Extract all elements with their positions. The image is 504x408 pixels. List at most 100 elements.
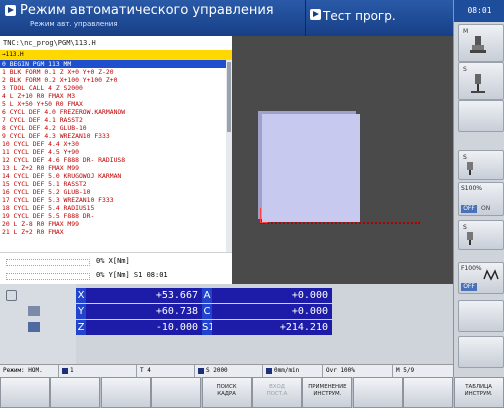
position-display: X +53.667 A +0.000 Y +60.738 C +0.000 Z -10.000 S1… <box>76 284 453 364</box>
softkey-4[interactable] <box>151 377 202 408</box>
strip-t1: 1 <box>58 365 74 377</box>
softkey-6[interactable]: ВХОД ПОСТ.А <box>252 377 302 408</box>
program-line[interactable]: 17 CYCL DEF 5.3 WREZAN10 F333 <box>0 196 226 204</box>
program-line[interactable]: 5 L X+50 Y+50 R0 FMAX <box>0 100 226 108</box>
coordinate-icon <box>28 322 40 332</box>
mode-subtitle: Режим авт. управления <box>30 20 118 28</box>
clock: 08:01 <box>454 0 504 22</box>
axis-value-secondary: +214.210 <box>212 320 332 335</box>
right-blank-button-3[interactable] <box>458 336 504 368</box>
position-row: Z -10.000 S1 +214.210 <box>76 320 453 335</box>
softkey-3[interactable] <box>100 377 151 408</box>
axis-label-secondary: A <box>202 288 212 303</box>
s-label: S <box>463 66 467 73</box>
spindle-icon <box>467 232 473 245</box>
feed-override-value: F100% <box>461 265 482 272</box>
load-bar-x <box>6 259 90 266</box>
program-line[interactable]: 21 L Z+2 R0 FMAX <box>0 228 226 236</box>
program-line[interactable]: 11 CYCL DEF 4.5 Y+90 <box>0 148 226 156</box>
softkey-label: ТАБЛИЦА ИНСТРУМ. <box>464 384 493 397</box>
simulation-graphics[interactable] <box>232 36 453 284</box>
softkey-5[interactable]: ПОИСК КАДРА <box>201 377 252 408</box>
feed-square-icon <box>266 367 272 374</box>
program-listing[interactable]: 0 BEGIN PGM 113 MM 1 BLK FORM 0.1 Z X+0 Y… <box>0 60 226 284</box>
right-blank-button-2[interactable] <box>458 300 504 332</box>
s-label-3: S <box>463 224 467 231</box>
axis-label-secondary: C <box>202 304 212 319</box>
s-label-2: S <box>463 154 467 161</box>
program-line[interactable]: 20 L Z-8 R0 FMAX M99 <box>0 220 226 228</box>
feed-wave-icon <box>483 269 499 281</box>
strip-ovr: Ovr 100% <box>322 365 355 377</box>
spindle-control-2[interactable]: S <box>458 220 504 250</box>
feed-off-badge: OFF <box>461 283 477 291</box>
load-bar-y <box>6 273 90 280</box>
program-line[interactable]: 2 BLK FORM 0.2 X+100 Y+100 Z+0 <box>0 76 226 84</box>
program-line[interactable]: 8 CYCL DEF 4.2 GLUB-10 <box>0 124 226 132</box>
blank-outline <box>260 222 420 226</box>
program-line[interactable]: 9 CYCL DEF 4.3 WREZAN10 F333 <box>0 132 226 140</box>
strip-t1-value: 1 <box>70 367 74 374</box>
softkey-8[interactable] <box>352 377 403 408</box>
softkey-1[interactable] <box>0 377 50 408</box>
scrollbar-thumb[interactable] <box>227 62 231 132</box>
softkey-7[interactable]: ПРИМЕНЕНИЕ ИНСТРУМ. <box>302 377 353 408</box>
spindle-override-value: S100% <box>461 185 482 192</box>
softkey-label: ПОИСК КАДРА <box>216 384 237 397</box>
softkey-9[interactable] <box>403 377 454 408</box>
mode-title: Режим автоматического управления <box>20 3 274 18</box>
spindle-on-label: ON <box>481 205 491 212</box>
spindle-control-1[interactable]: S <box>458 150 504 180</box>
program-line[interactable]: 18 CYCL DEF 5.4 RADIUS15 <box>0 204 226 212</box>
axis-label-secondary: S1 <box>202 320 215 335</box>
position-row: X +53.667 A +0.000 <box>76 288 453 303</box>
program-path: TNC:\nc_prog\PGM\113.H <box>0 36 233 50</box>
reference-icon <box>28 306 40 316</box>
softkey-label: ВХОД ПОСТ.А <box>266 384 288 397</box>
axis-label: Z <box>76 320 86 335</box>
position-row: Y +60.738 C +0.000 <box>76 304 453 319</box>
mode-header: Режим автоматического управления Режим а… <box>0 0 305 36</box>
program-line[interactable]: 14 CYCL DEF 5.0 KRUGOWOJ KARMAN <box>0 172 226 180</box>
strip-tool: T 4 <box>136 365 151 377</box>
programming-mode-title: Тест прогр. <box>323 9 396 23</box>
axis-label: Y <box>76 304 86 319</box>
s-function-button[interactable]: S <box>458 62 504 100</box>
programming-mode-header[interactable]: Тест прогр. <box>305 0 454 36</box>
program-line[interactable]: 6 CYCL DEF 4.0 FREZEROW.KARMANOW <box>0 108 226 116</box>
feed-override[interactable]: F100% OFF <box>458 262 504 294</box>
right-blank-button-1[interactable] <box>458 100 504 132</box>
strip-spindle-value: S 2000 <box>206 367 228 374</box>
programming-mode-icon <box>310 9 321 20</box>
strip-feed: 0mm/min <box>262 365 299 377</box>
program-line[interactable]: 1 BLK FORM 0.1 Z X+0 Y+0 Z-20 <box>0 68 226 76</box>
spindle-icon <box>471 74 485 93</box>
axis-value: +53.667 <box>86 288 202 303</box>
axis-value: -10.000 <box>86 320 202 335</box>
axis-value: +60.738 <box>86 304 202 319</box>
softkey-10[interactable]: ТАБЛИЦА ИНСТРУМ. <box>453 377 504 408</box>
strip-spindle: S 2000 <box>194 365 228 377</box>
spindle-override[interactable]: S100% OFF ON <box>458 182 504 216</box>
program-line[interactable]: 13 L Z+2 R0 FMAX M99 <box>0 164 226 172</box>
program-line[interactable]: 12 CYCL DEF 4.6 F888 DR- RADIUS8 <box>0 156 226 164</box>
program-line[interactable]: 15 CYCL DEF 5.1 RASST2 <box>0 180 226 188</box>
program-line[interactable]: 0 BEGIN PGM 113 MM <box>0 60 226 68</box>
load-y-label: 0% Y[Nm] S1 08:01 <box>96 271 168 279</box>
program-line[interactable]: 3 TOOL CALL 4 Z S2000 <box>0 84 226 92</box>
program-line[interactable]: 4 L Z+10 R0 FMAX M3 <box>0 92 226 100</box>
program-line[interactable]: 16 CYCL DEF 5.2 GLUB-10 <box>0 188 226 196</box>
program-line[interactable]: 7 CYCL DEF 4.1 RASST2 <box>0 116 226 124</box>
program-line[interactable]: 10 CYCL DEF 4.4 X+30 <box>0 140 226 148</box>
strip-m: M 5/9 <box>392 365 414 377</box>
spindle-icon <box>467 162 473 175</box>
m-function-button[interactable]: M <box>458 24 504 62</box>
spindle-square-icon <box>198 367 204 374</box>
tool-square-icon <box>62 367 68 374</box>
x-axis-indicator <box>260 222 268 223</box>
position-mode-icon[interactable] <box>6 290 17 301</box>
load-x-label: 0% X[Nm] <box>96 257 130 265</box>
softkey-2[interactable] <box>50 377 101 408</box>
program-tab[interactable]: →113.H <box>0 50 232 59</box>
program-line[interactable]: 19 CYCL DEF 5.5 F888 DR- <box>0 212 226 220</box>
